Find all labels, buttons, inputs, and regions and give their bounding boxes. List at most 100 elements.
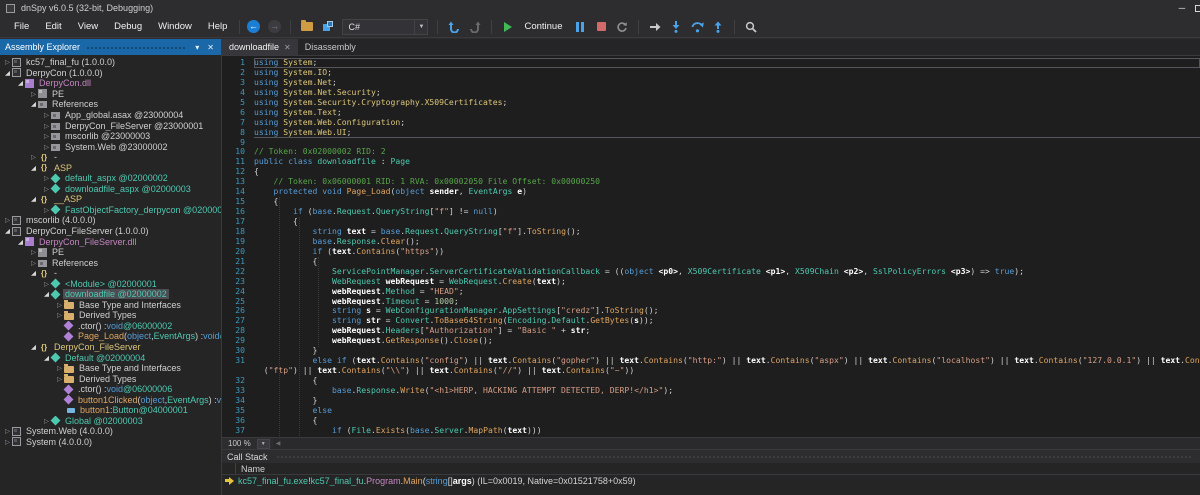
- collapse-icon[interactable]: ◢: [29, 100, 38, 108]
- code-editor[interactable]: 1using System;2using System.IO;3using Sy…: [222, 56, 1200, 437]
- tree-item[interactable]: .ctor() : void @06000002: [0, 321, 221, 332]
- tree-item[interactable]: ▷Global @02000003: [0, 416, 221, 427]
- navigate-forward-button[interactable]: →: [265, 18, 283, 36]
- expand-icon[interactable]: ▷: [42, 143, 51, 151]
- callstack-header[interactable]: Call Stack: [222, 450, 1200, 463]
- horizontal-scrollbar[interactable]: ◀: [273, 438, 1200, 449]
- menu-file[interactable]: File: [6, 18, 37, 35]
- tree-item[interactable]: ▷App_global.asax @23000004: [0, 110, 221, 121]
- code-line[interactable]: 1using System;: [222, 58, 1200, 68]
- tree-item[interactable]: button1 : Button @04000001: [0, 405, 221, 416]
- code-line[interactable]: 20 if (text.Contains("https")): [222, 247, 1200, 257]
- collapse-icon[interactable]: ◢: [16, 238, 25, 246]
- collapse-icon[interactable]: ◢: [16, 79, 25, 87]
- collapse-icon[interactable]: ◢: [29, 195, 38, 203]
- tree-item[interactable]: ◢DerpyCon_FileServer (1.0.0.0): [0, 226, 221, 237]
- open-file-icon[interactable]: [298, 18, 316, 36]
- tab-disassembly[interactable]: Disassembly: [298, 39, 363, 55]
- continue-play-icon[interactable]: [499, 18, 517, 36]
- pause-button[interactable]: [571, 18, 589, 36]
- tree-item[interactable]: ◢{}DerpyCon_FileServer: [0, 342, 221, 353]
- zoom-level[interactable]: 100 %: [222, 439, 257, 448]
- panel-position-icon[interactable]: ▾: [191, 43, 203, 52]
- open-from-gac-icon[interactable]: [319, 18, 337, 36]
- menu-edit[interactable]: Edit: [37, 18, 69, 35]
- expand-icon[interactable]: ▷: [55, 364, 64, 372]
- tree-item[interactable]: ▷PE: [0, 89, 221, 100]
- tree-item[interactable]: ◢DerpyCon (1.0.0.0): [0, 68, 221, 79]
- tree-item[interactable]: ▷{}-: [0, 152, 221, 163]
- expand-icon[interactable]: ▷: [29, 90, 38, 98]
- show-next-statement-icon[interactable]: [646, 18, 664, 36]
- callstack-column-header[interactable]: Name: [222, 463, 1200, 475]
- expand-icon[interactable]: ▷: [29, 153, 38, 161]
- zoom-dropdown-icon[interactable]: ▼: [257, 439, 270, 449]
- tree-item[interactable]: ◢References: [0, 99, 221, 110]
- code-line[interactable]: 16 if (base.Request.QueryString["f"] != …: [222, 207, 1200, 217]
- tree-item[interactable]: Page_Load(object, EventArgs) : void @060…: [0, 331, 221, 342]
- tree-item[interactable]: ▷<Module> @02000001: [0, 278, 221, 289]
- expand-icon[interactable]: ▷: [42, 417, 51, 425]
- expand-icon[interactable]: ▷: [3, 58, 12, 66]
- tree-item[interactable]: ▷Base Type and Interfaces: [0, 363, 221, 374]
- menu-view[interactable]: View: [70, 18, 106, 35]
- collapse-icon[interactable]: ◢: [3, 227, 12, 235]
- expand-icon[interactable]: ▷: [55, 311, 64, 319]
- code-line[interactable]: 35 else: [222, 406, 1200, 416]
- tree-item[interactable]: ◢DerpyCon.dll: [0, 78, 221, 89]
- assembly-explorer-header[interactable]: Assembly Explorer ▾ ✕: [0, 39, 221, 55]
- expand-icon[interactable]: ▷: [3, 427, 12, 435]
- expand-icon[interactable]: ▷: [42, 111, 51, 119]
- search-icon[interactable]: [742, 18, 760, 36]
- minimize-button[interactable]: ─: [1171, 1, 1193, 15]
- tree-item[interactable]: ◢Default @02000004: [0, 352, 221, 363]
- tree-item[interactable]: ▷References: [0, 257, 221, 268]
- expand-icon[interactable]: ▷: [42, 280, 51, 288]
- collapse-icon[interactable]: ◢: [29, 269, 38, 277]
- scroll-left-icon[interactable]: ◀: [273, 440, 284, 447]
- tree-item[interactable]: button1Clicked(object, EventArgs) : void: [0, 395, 221, 406]
- tree-item[interactable]: .ctor() : void @06000006: [0, 384, 221, 395]
- tree-item[interactable]: ◢{}__ASP: [0, 194, 221, 205]
- expand-icon[interactable]: ▷: [42, 132, 51, 140]
- code-line[interactable]: 37 if (File.Exists(base.Server.MapPath(t…: [222, 426, 1200, 436]
- tree-item[interactable]: ▷default_aspx @02000002: [0, 173, 221, 184]
- continue-button[interactable]: Continue: [524, 21, 562, 32]
- stop-button[interactable]: [592, 18, 610, 36]
- restore-button[interactable]: [1193, 1, 1200, 15]
- tab-downloadfile[interactable]: downloadfile ✕: [222, 39, 298, 55]
- expand-icon[interactable]: ▷: [55, 375, 64, 383]
- expand-icon[interactable]: ▷: [42, 185, 51, 193]
- tree-item[interactable]: ▷System (4.0.0.0): [0, 437, 221, 448]
- expand-icon[interactable]: ▷: [55, 301, 64, 309]
- tree-item[interactable]: ▷Derived Types: [0, 373, 221, 384]
- tab-close-icon[interactable]: ✕: [284, 43, 291, 52]
- tree-item[interactable]: ▷System.Web (4.0.0.0): [0, 426, 221, 437]
- collapse-icon[interactable]: ◢: [29, 343, 38, 351]
- code-line[interactable]: 5using System.Security.Cryptography.X509…: [222, 98, 1200, 108]
- expand-icon[interactable]: ▷: [42, 122, 51, 130]
- tree-item[interactable]: ▷mscorlib @23000003: [0, 131, 221, 142]
- tree-item[interactable]: ▷kc57_final_fu (1.0.0.0): [0, 57, 221, 68]
- code-line[interactable]: 29 webRequest.GetResponse().Close();: [222, 336, 1200, 346]
- menu-window[interactable]: Window: [150, 18, 200, 35]
- step-over-icon[interactable]: [688, 18, 706, 36]
- tree-item[interactable]: ▷downloadfile_aspx @02000003: [0, 184, 221, 195]
- collapse-icon[interactable]: ◢: [3, 69, 12, 77]
- tree-item[interactable]: ▷FastObjectFactory_derpycon @02000004: [0, 205, 221, 216]
- callstack-frame-row[interactable]: kc57_final_fu.exe!kc57_final_fu.Program.…: [222, 475, 1200, 486]
- expand-icon[interactable]: ▷: [3, 216, 12, 224]
- undo-button[interactable]: [445, 18, 463, 36]
- step-out-icon[interactable]: [709, 18, 727, 36]
- tree-item[interactable]: ▷Base Type and Interfaces: [0, 300, 221, 311]
- code-line[interactable]: 14 protected void Page_Load(object sende…: [222, 187, 1200, 197]
- tree-item[interactable]: ▷System.Web @23000002: [0, 141, 221, 152]
- tree-item[interactable]: ▷Derived Types: [0, 310, 221, 321]
- expand-icon[interactable]: ▷: [3, 438, 12, 446]
- expand-icon[interactable]: ▷: [29, 259, 38, 267]
- menu-debug[interactable]: Debug: [106, 18, 150, 35]
- tree-item[interactable]: ◢DerpyCon_FileServer.dll: [0, 236, 221, 247]
- expand-icon[interactable]: ▷: [29, 248, 38, 256]
- navigate-back-button[interactable]: ←: [244, 18, 262, 36]
- tree-item[interactable]: ▷mscorlib (4.0.0.0): [0, 215, 221, 226]
